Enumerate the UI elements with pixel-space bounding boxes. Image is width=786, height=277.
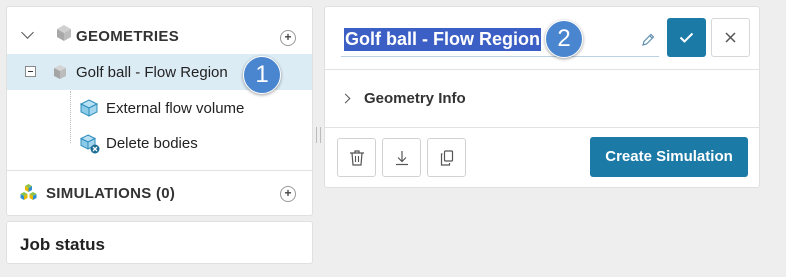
close-icon [725, 32, 736, 43]
check-icon [679, 32, 694, 43]
simulations-icon [20, 184, 37, 200]
create-simulation-button[interactable]: Create Simulation [590, 137, 748, 177]
geometry-name-field[interactable]: Golf ball - Flow Region [341, 25, 659, 57]
divider [325, 127, 759, 128]
geometry-name-label: Golf ball - Flow Region [76, 64, 228, 81]
callout-badge-2: 2 [545, 20, 583, 58]
cube-delete-icon [79, 134, 100, 154]
geometry-info-section[interactable]: Geometry Info [325, 69, 759, 127]
cancel-button[interactable] [711, 18, 750, 57]
operation-label: Delete bodies [106, 135, 198, 152]
download-icon [396, 151, 408, 166]
tree-item-operation[interactable]: External flow volume [7, 90, 312, 126]
job-status-panel[interactable]: Job status [6, 221, 313, 264]
cube-icon [79, 99, 99, 117]
simulations-header[interactable]: SIMULATIONS (0) + [7, 173, 312, 211]
download-button[interactable] [382, 138, 421, 177]
geometry-name-input-value[interactable]: Golf ball - Flow Region [344, 28, 541, 51]
collapse-toggle[interactable] [25, 66, 36, 77]
divider [7, 170, 312, 171]
pencil-icon[interactable] [641, 33, 655, 47]
geometry-info-label: Geometry Info [364, 90, 466, 107]
chevron-right-icon[interactable] [340, 93, 351, 104]
add-simulation-button[interactable]: + [280, 186, 296, 202]
copy-icon [440, 150, 454, 166]
geometry-detail-panel: Golf ball - Flow Region Geometry Info Cr… [324, 6, 760, 188]
geometries-header[interactable]: GEOMETRIES + [7, 13, 312, 51]
add-geometry-button[interactable]: + [280, 30, 296, 46]
delete-button[interactable] [337, 138, 376, 177]
tree-item-operation[interactable]: Delete bodies [7, 125, 312, 161]
trash-icon [350, 150, 364, 166]
job-status-title: Job status [20, 235, 106, 254]
tree-panel: GEOMETRIES + Golf ball - Flow Region Ext… [6, 6, 313, 216]
callout-badge-1: 1 [243, 56, 281, 94]
geometries-icon [57, 25, 71, 41]
simulations-title: SIMULATIONS (0) [46, 185, 176, 202]
confirm-button[interactable] [667, 18, 706, 57]
geometries-title: GEOMETRIES [76, 28, 180, 45]
operation-label: External flow volume [106, 100, 245, 117]
duplicate-button[interactable] [427, 138, 466, 177]
chevron-down-icon[interactable] [21, 26, 34, 39]
geometry-icon [54, 65, 66, 79]
panel-resize-handle[interactable] [316, 127, 321, 143]
